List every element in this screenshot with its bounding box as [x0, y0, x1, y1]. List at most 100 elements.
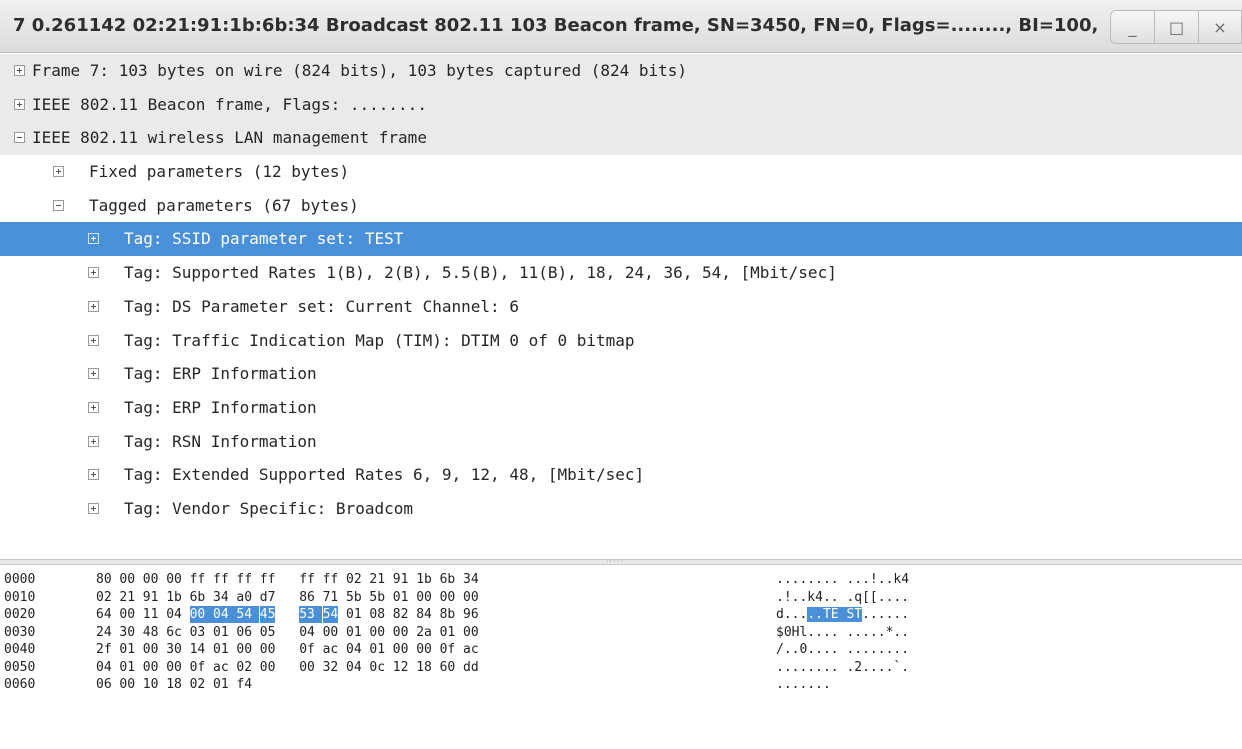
hex-byte[interactable]: 1b	[416, 571, 432, 588]
hex-byte[interactable]: 6b	[440, 571, 456, 588]
hex-ascii[interactable]: ........ .2....`.	[776, 659, 909, 676]
hex-byte[interactable]: 04	[346, 659, 362, 676]
hex-byte[interactable]: 02	[236, 659, 252, 676]
hex-byte[interactable]: 18	[166, 676, 182, 693]
hex-byte[interactable]: 0f	[440, 641, 456, 658]
expand-icon[interactable]	[88, 267, 99, 279]
tree-row[interactable]: IEEE 802.11 Beacon frame, Flags: .......…	[0, 87, 1242, 122]
hex-byte[interactable]: 34	[213, 589, 229, 606]
hex-byte[interactable]: 54	[322, 606, 339, 623]
hex-byte[interactable]: 0c	[369, 659, 385, 676]
hex-byte[interactable]: ff	[213, 571, 229, 588]
hex-byte[interactable]: 60	[440, 659, 456, 676]
hex-byte[interactable]: f4	[236, 676, 252, 693]
hex-byte[interactable]: ff	[260, 571, 276, 588]
hex-row[interactable]: 0050 04 01 00 00 0f ac 02 00 00 32 04 0c 12 18 60 dd....…	[0, 659, 1242, 676]
expand-icon[interactable]	[88, 502, 99, 514]
hex-ascii[interactable]: .!..k4.. .q[[....	[776, 589, 909, 606]
hex-byte[interactable]: 04	[346, 641, 362, 658]
hex-ascii[interactable]: /..0.... ........	[776, 641, 909, 658]
tree-row[interactable]: Tag: Vendor Specific: Broadcom	[0, 492, 1242, 526]
hex-byte[interactable]: ff	[236, 571, 252, 588]
hex-byte[interactable]: 02	[346, 571, 362, 588]
hex-byte[interactable]: a0	[236, 589, 252, 606]
hex-byte[interactable]: 01	[346, 606, 362, 623]
tree-row[interactable]: Tag: Extended Supported Rates 6, 9, 12, …	[0, 458, 1242, 492]
hex-byte[interactable]: 00	[299, 659, 315, 676]
hex-byte[interactable]: 54	[236, 606, 260, 623]
hex-byte[interactable]: ff	[190, 571, 206, 588]
hex-row[interactable]: 0030 24 30 48 6c 03 01 06 05 04 00 01 00 00 2a 01 00 $0Hl…	[0, 624, 1242, 641]
hex-byte[interactable]: 00	[416, 589, 432, 606]
hex-byte[interactable]: 6b	[190, 589, 206, 606]
hex-byte[interactable]: 2f	[96, 641, 112, 658]
hex-byte[interactable]: 04	[166, 606, 182, 623]
hex-ascii[interactable]: .......	[776, 676, 831, 693]
hex-byte[interactable]: 6c	[166, 624, 182, 641]
expand-icon[interactable]	[88, 435, 99, 447]
hex-byte[interactable]: 00	[143, 641, 159, 658]
hex-byte[interactable]: 18	[416, 659, 432, 676]
hex-byte[interactable]: 00	[119, 606, 135, 623]
hex-byte[interactable]: 30	[119, 624, 135, 641]
tree-row[interactable]: Tag: Supported Rates 1(B), 2(B), 5.5(B),…	[0, 256, 1242, 290]
hex-byte[interactable]: 48	[143, 624, 159, 641]
title-bar[interactable]: 7 0.261142 02:21:91:1b:6b:34 Broadcast 8…	[0, 0, 1242, 53]
expand-icon[interactable]	[88, 401, 99, 413]
hex-byte[interactable]: 04	[96, 659, 112, 676]
hex-byte[interactable]: 00	[323, 624, 339, 641]
expand-icon[interactable]	[88, 469, 99, 481]
hex-byte[interactable]: 00	[260, 641, 276, 658]
hex-byte[interactable]: 00	[236, 641, 252, 658]
hex-byte[interactable]: 30	[166, 641, 182, 658]
hex-byte[interactable]: 02	[96, 589, 112, 606]
tree-row[interactable]: Tag: RSN Information	[0, 425, 1242, 459]
hex-byte[interactable]: 8b	[440, 606, 456, 623]
expand-icon[interactable]	[88, 368, 99, 380]
hex-byte[interactable]: 00	[393, 641, 409, 658]
hex-byte[interactable]: 10	[143, 676, 159, 693]
hex-byte[interactable]: 00	[393, 624, 409, 641]
hex-byte[interactable]: 00	[260, 659, 276, 676]
hex-byte[interactable]: 82	[393, 606, 409, 623]
tree-row[interactable]: IEEE 802.11 wireless LAN management fram…	[0, 121, 1242, 156]
hex-byte[interactable]: dd	[463, 659, 479, 676]
collapse-icon[interactable]	[53, 199, 64, 211]
tree-row[interactable]: Tag: ERP Information	[0, 357, 1242, 391]
hex-byte[interactable]: 01	[440, 624, 456, 641]
tree-row[interactable]: Fixed parameters (12 bytes)	[0, 155, 1242, 189]
hex-byte[interactable]: 01	[213, 676, 229, 693]
hex-byte[interactable]: 80	[96, 571, 112, 588]
hex-byte[interactable]: 00	[166, 571, 182, 588]
hex-row[interactable]: 0020 64 00 11 04 00 04 54 45 53 54 01 08 82 84 8b 96 d...…	[0, 606, 1242, 623]
expand-icon[interactable]	[88, 233, 99, 245]
hex-byte[interactable]: 11	[143, 606, 159, 623]
hex-byte[interactable]: ff	[299, 571, 315, 588]
hex-byte[interactable]: 00	[189, 606, 213, 623]
hex-byte[interactable]: 21	[369, 571, 385, 588]
hex-byte[interactable]: 01	[213, 641, 229, 658]
hex-byte[interactable]: 34	[463, 571, 479, 588]
hex-byte[interactable]: 01	[346, 624, 362, 641]
hex-byte[interactable]: 45	[259, 606, 276, 623]
hex-byte[interactable]: 01	[393, 589, 409, 606]
hex-byte[interactable]: 21	[119, 589, 135, 606]
hex-byte[interactable]: 86	[299, 589, 315, 606]
hex-byte[interactable]: 06	[236, 624, 252, 641]
hex-byte[interactable]: 04	[213, 606, 237, 623]
hex-byte[interactable]: 0f	[299, 641, 315, 658]
hex-byte[interactable]: 00	[119, 571, 135, 588]
hex-byte[interactable]: 05	[260, 624, 276, 641]
hex-byte[interactable]: 08	[369, 606, 385, 623]
hex-byte[interactable]: ac	[213, 659, 229, 676]
hex-byte[interactable]: 06	[96, 676, 112, 693]
collapse-icon[interactable]	[14, 132, 25, 144]
hex-byte[interactable]: 2a	[416, 624, 432, 641]
hex-byte[interactable]: 00	[369, 624, 385, 641]
hex-byte[interactable]: 24	[96, 624, 112, 641]
tree-row[interactable]: Tag: DS Parameter set: Current Channel: …	[0, 290, 1242, 324]
hex-byte[interactable]: 5b	[346, 589, 362, 606]
expand-icon[interactable]	[14, 65, 25, 76]
hex-byte[interactable]: 00	[440, 589, 456, 606]
hex-byte[interactable]: 91	[143, 589, 159, 606]
